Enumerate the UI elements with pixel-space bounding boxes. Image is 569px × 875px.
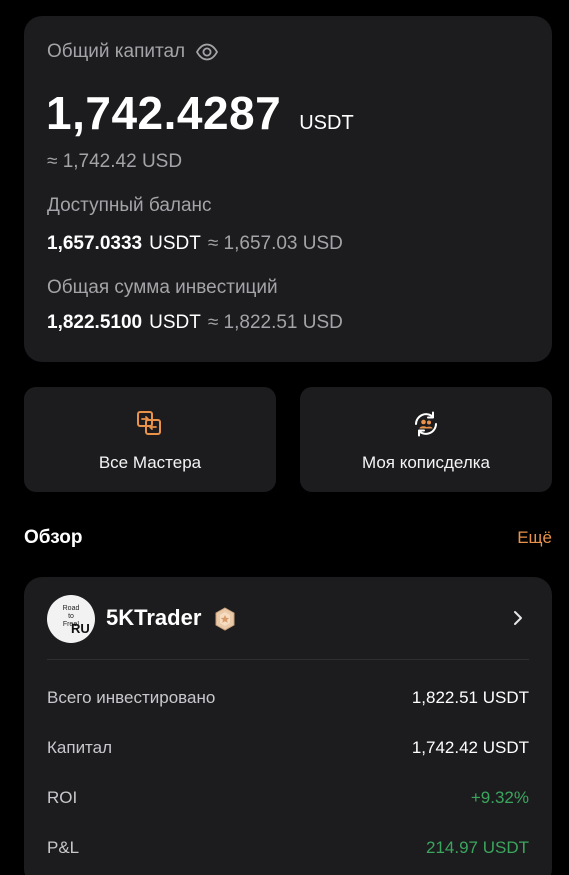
total-invested-value: 1,822.5100 USDT ≈ 1,822.51 USD [47,312,343,334]
available-balance-value: 1,657.0333 USDT ≈ 1,657.03 USD [47,233,343,255]
total-capital-amount: 1,742.4287 [46,87,282,139]
total-capital-title: Общий капитал [47,41,186,62]
stat-label: P&L [47,838,80,857]
my-copy-trade-button[interactable]: Моя кописделка [300,387,552,492]
copy-trade-icon [415,411,437,437]
stat-row-invested: Всего инвестировано 1,822.51 USDT [47,688,529,708]
stat-label: ROI [47,788,78,807]
total-capital-amount-row: 1,742.4287 USDT [46,86,354,140]
trader-name: 5KTrader [106,605,202,630]
stat-row-capital: Капитал 1,742.42 USDT [47,738,529,758]
available-balance-amount: 1,657.0333 [47,233,143,254]
stat-label: Всего инвестировано [47,688,216,707]
total-invested-unit: USDT [149,312,201,333]
available-balance-label: Доступный баланс [47,195,212,216]
overview-more-link[interactable]: Ещё [517,528,552,548]
swap-icon [137,411,161,435]
total-invested-amount: 1,822.5100 [47,312,143,333]
total-capital-approx: ≈ 1,742.42 USD [47,151,183,172]
trader-avatar-tag: RU [71,621,90,636]
stat-value: +9.32% [470,788,529,807]
total-capital-card: Общий капитал 1,742.4287 USDT ≈ 1,742.42… [24,16,552,362]
my-copy-trade-label: Моя кописделка [361,453,490,472]
all-masters-label: Все Мастера [98,453,202,472]
total-invested-approx: ≈ 1,822.51 USD [207,312,343,333]
chevron-right-icon[interactable] [510,608,526,628]
stat-value: 214.97 USDT [426,838,529,857]
trader-divider [47,659,529,660]
stat-value: 1,822.51 USDT [411,688,529,707]
stat-value: 1,742.42 USDT [411,738,529,757]
stat-row-pnl: P&L 214.97 USDT [47,838,529,858]
eye-icon[interactable] [195,40,219,64]
stat-label: Капитал [47,738,113,757]
total-capital-unit: USDT [299,112,354,134]
overview-title: Обзор [24,527,83,548]
trader-header[interactable]: Road to Free! RU 5KTrader [24,577,552,659]
total-capital-header: Общий капитал [47,40,219,64]
total-invested-label: Общая сумма инвестиций [47,277,278,298]
medal-badge-icon [215,607,235,631]
available-balance-unit: USDT [149,233,201,254]
available-balance-approx: ≈ 1,657.03 USD [207,233,343,254]
trader-avatar: Road to Free! RU [47,595,95,643]
trader-card: Road to Free! RU 5KTrader Всего инвестир… [24,577,552,875]
stat-row-roi: ROI +9.32% [47,788,529,808]
all-masters-button[interactable]: Все Мастера [24,387,276,492]
